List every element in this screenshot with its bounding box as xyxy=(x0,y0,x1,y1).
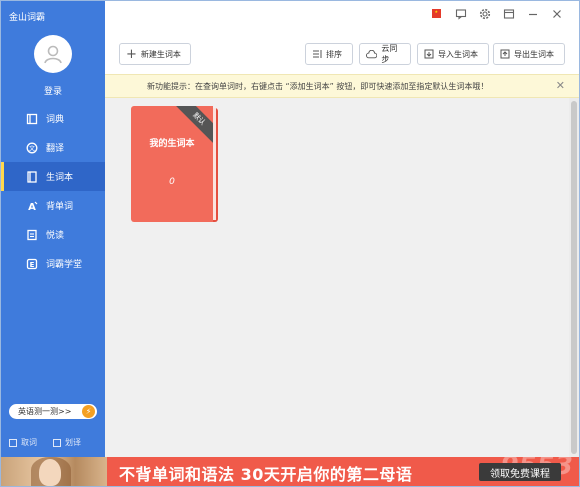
sidebar-item-classroom[interactable]: E 词霸学堂 xyxy=(1,249,105,278)
memorize-icon: A xyxy=(25,199,38,212)
wordbook-title: 我的生词本 xyxy=(149,139,195,149)
sidebar-item-label: 背单词 xyxy=(46,202,74,212)
book-pages xyxy=(213,108,216,220)
export-label: 导出生词本 xyxy=(514,49,554,59)
feedback-icon[interactable] xyxy=(454,7,467,20)
sidebar-item-reading[interactable]: 悦读 xyxy=(1,220,105,249)
sidebar-item-dictionary[interactable]: 词典 xyxy=(1,104,105,133)
cloud-sync-button[interactable]: 云同步 xyxy=(359,43,411,65)
sidebar-item-translate[interactable]: 文 翻译 xyxy=(1,133,105,162)
sidebar-item-label: 词霸学堂 xyxy=(46,260,83,270)
english-test-button[interactable]: 英语测一测>> ⚡ xyxy=(9,404,97,419)
sidebar-nav: 词典 文 翻译 生词本 A 背单词 悦读 E 词霸学堂 xyxy=(1,104,105,278)
translate-icon: 文 xyxy=(25,141,38,154)
banner-headline: 不背单词和语法 30天开启你的第二母语 xyxy=(119,465,413,484)
option-label: 取词 xyxy=(21,438,37,447)
option-select-translate[interactable]: 划译 xyxy=(53,437,81,448)
sidebar-item-label: 生词本 xyxy=(46,173,74,183)
flag-icon[interactable]: ★ xyxy=(430,7,443,20)
avatar[interactable] xyxy=(34,35,72,73)
cloud-sync-label: 云同步 xyxy=(381,44,398,64)
import-icon xyxy=(424,49,434,59)
option-capture-word[interactable]: 取词 xyxy=(9,437,37,448)
english-test-label: 英语测一测>> xyxy=(18,407,72,416)
sort-label: 排序 xyxy=(326,49,342,59)
sidebar-item-label: 悦读 xyxy=(46,231,65,241)
bottom-options: 取词 划译 xyxy=(9,437,81,448)
new-wordbook-button[interactable]: + 新建生词本 xyxy=(119,43,191,65)
classroom-icon: E xyxy=(25,257,38,270)
import-wordbook-button[interactable]: 导入生词本 xyxy=(417,43,489,65)
sidebar-item-label: 词典 xyxy=(46,115,65,125)
feature-notice: 新功能提示：在查询单词时，右键点击 “添加生词本” 按钮，即可快速添加至指定默认… xyxy=(105,74,579,98)
app-title: 金山词霸 xyxy=(9,13,46,23)
export-icon xyxy=(500,49,510,59)
free-course-button[interactable]: 领取免费课程 xyxy=(479,463,561,481)
sort-button[interactable]: 排序 xyxy=(305,43,353,65)
vertical-scrollbar[interactable] xyxy=(569,98,579,457)
svg-text:E: E xyxy=(29,260,34,268)
checkbox-icon xyxy=(9,438,17,447)
wordbook-card[interactable]: 默认 我的生词本 0 xyxy=(131,106,218,222)
option-label: 划译 xyxy=(65,438,81,447)
svg-text:文: 文 xyxy=(28,144,34,152)
scrollbar-thumb[interactable] xyxy=(571,101,577,454)
cloud-icon xyxy=(366,49,378,58)
minimize-icon[interactable] xyxy=(526,7,539,20)
export-wordbook-button[interactable]: 导出生词本 xyxy=(493,43,565,65)
book-open-icon xyxy=(25,112,38,125)
svg-text:★: ★ xyxy=(435,9,439,14)
plus-icon: + xyxy=(126,46,137,62)
book-cover: 默认 我的生词本 0 xyxy=(131,106,213,222)
notebook-icon xyxy=(25,170,38,183)
photo-face xyxy=(39,459,61,486)
window-controls: ★ xyxy=(430,7,563,20)
app-window: 金山词霸 登录 词典 文 翻译 生词本 A 背单词 悦读 E 词霸学堂 英语测一… xyxy=(0,0,580,487)
close-icon[interactable] xyxy=(550,7,563,20)
skin-icon[interactable] xyxy=(502,7,515,20)
ad-banner[interactable]: 不背单词和语法 30天开启你的第二母语 9553 领取免费课程 xyxy=(1,457,579,486)
user-icon xyxy=(44,45,62,64)
checkbox-icon xyxy=(53,438,61,447)
sidebar: 金山词霸 登录 词典 文 翻译 生词本 A 背单词 悦读 E 词霸学堂 英语测一… xyxy=(1,1,105,457)
close-icon[interactable]: ✕ xyxy=(556,79,565,92)
sidebar-item-wordbook[interactable]: 生词本 xyxy=(1,162,105,191)
new-wordbook-label: 新建生词本 xyxy=(140,49,181,59)
sidebar-item-label: 翻译 xyxy=(46,144,65,154)
wordbook-count: 0 xyxy=(169,177,175,187)
sort-icon xyxy=(313,50,322,58)
lightning-icon: ⚡ xyxy=(82,405,95,418)
login-link[interactable]: 登录 xyxy=(1,84,105,97)
settings-icon[interactable] xyxy=(478,7,491,20)
sidebar-item-memorize[interactable]: A 背单词 xyxy=(1,191,105,220)
banner-photo xyxy=(1,457,107,486)
svg-text:A: A xyxy=(28,202,36,212)
reading-icon xyxy=(25,228,38,241)
import-label: 导入生词本 xyxy=(438,49,478,59)
notice-text: 新功能提示：在查询单词时，右键点击 “添加生词本” 按钮，即可快速添加至指定默认… xyxy=(147,81,489,91)
